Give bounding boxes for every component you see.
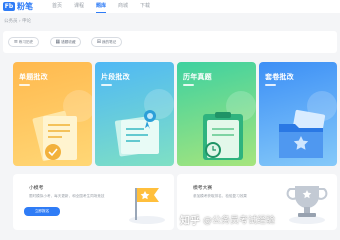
nav-item-store[interactable]: 商城: [112, 0, 134, 13]
notes-button[interactable]: ⊞ 我的笔记: [91, 37, 122, 47]
error-book-icon: ▦: [55, 39, 61, 45]
error-book-button[interactable]: ▦ 错题收藏: [50, 37, 81, 47]
card-title: 片段批改: [101, 73, 130, 81]
error-book-button-label: 错题收藏: [61, 40, 76, 44]
arrow-icon: [101, 84, 112, 86]
nav-item-courses[interactable]: 课程: [68, 0, 90, 13]
watermark: 知乎 @公务员考试经验: [180, 212, 275, 227]
history-button-label: 练习历史: [18, 40, 34, 44]
collection-icon: ⊞: [96, 39, 101, 45]
panel-description: 限时模拟小考，每天更新，和全国考生同场竞技: [29, 194, 105, 198]
card-title: 单题批改: [19, 73, 48, 81]
arrow-icon: [265, 84, 276, 86]
enroll-button[interactable]: 立即报名: [24, 207, 60, 216]
arrow-icon: [19, 84, 30, 86]
breadcrumb[interactable]: 公务员 › 申论: [4, 18, 31, 24]
notes-button-label: 我的笔记: [101, 40, 117, 44]
logo-mark: Fb: [3, 2, 15, 11]
arrow-icon: [183, 84, 194, 86]
card-title: 历年真题: [183, 73, 212, 81]
card-segment-grading[interactable]: 片段批改: [95, 62, 174, 166]
nav-item-home[interactable]: 首页: [46, 0, 68, 13]
panel-title: 小模考: [29, 186, 44, 191]
history-button[interactable]: ≡ 练习历史: [8, 37, 39, 47]
trophy-icon: [286, 186, 328, 224]
card-full-paper-grading[interactable]: 套卷批改: [259, 62, 337, 166]
nav-item-download[interactable]: 下载: [134, 0, 156, 13]
mini-mock-exam-panel: 小模考 限时模拟小考，每天更新，和全国考生同场竞技 立即报名: [13, 174, 174, 230]
top-navigation-bar: Fb 粉笔 首页 课程 题库 商城 下载: [0, 0, 340, 13]
card-single-question-grading[interactable]: 单题批改: [13, 62, 92, 166]
watermark-brand: 知乎: [180, 216, 200, 227]
panel-title: 模考大赛: [193, 186, 213, 191]
nav-item-question-bank[interactable]: 题库: [90, 0, 112, 13]
main-nav: 首页 课程 题库 商城 下载: [46, 0, 156, 13]
app-logo[interactable]: Fb 粉笔: [3, 1, 33, 12]
card-title: 套卷批改: [265, 73, 294, 81]
logo-text: 粉笔: [17, 2, 33, 11]
card-past-exams[interactable]: 历年真题: [177, 62, 256, 166]
toolbar: ≡ 练习历史 ▦ 错题收藏 ⊞ 我的笔记: [3, 31, 337, 53]
watermark-text: @公务员考试经验: [203, 216, 276, 226]
flag-icon: [129, 188, 165, 224]
record-icon: ≡: [13, 39, 18, 45]
panel-description: 参加模考获取排名，检验复习效果: [193, 194, 247, 198]
